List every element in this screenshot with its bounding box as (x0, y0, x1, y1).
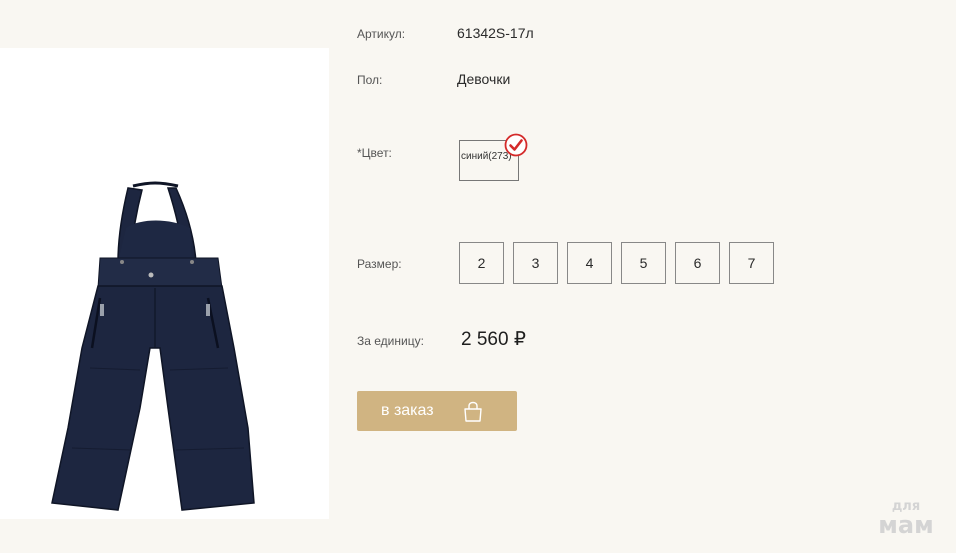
size-option-4[interactable]: 4 (567, 242, 612, 284)
article-label: Артикул: (357, 27, 406, 41)
selected-check-icon (504, 133, 528, 157)
shopping-bag-icon (464, 401, 482, 422)
size-option-5[interactable]: 5 (621, 242, 666, 284)
price-value: 2 560 ₽ (461, 329, 526, 350)
color-label: *Цвет: (357, 146, 392, 160)
overalls-picture (51, 181, 255, 511)
article-value: 61342S-17л (457, 25, 534, 41)
size-label: Размер: (357, 257, 402, 271)
size-option-7[interactable]: 7 (729, 242, 774, 284)
price-label: За единицу: (357, 334, 424, 348)
size-option-3[interactable]: 3 (513, 242, 558, 284)
product-image[interactable] (0, 48, 329, 519)
order-button-label: в заказ (381, 402, 434, 419)
size-option-2[interactable]: 2 (459, 242, 504, 284)
gender-label: Пол: (357, 73, 383, 87)
watermark-line2: мам (878, 511, 934, 539)
add-to-order-button[interactable]: в заказ (357, 391, 517, 431)
size-option-6[interactable]: 6 (675, 242, 720, 284)
gender-value: Девочки (457, 71, 511, 87)
site-watermark: для мам (868, 500, 944, 537)
